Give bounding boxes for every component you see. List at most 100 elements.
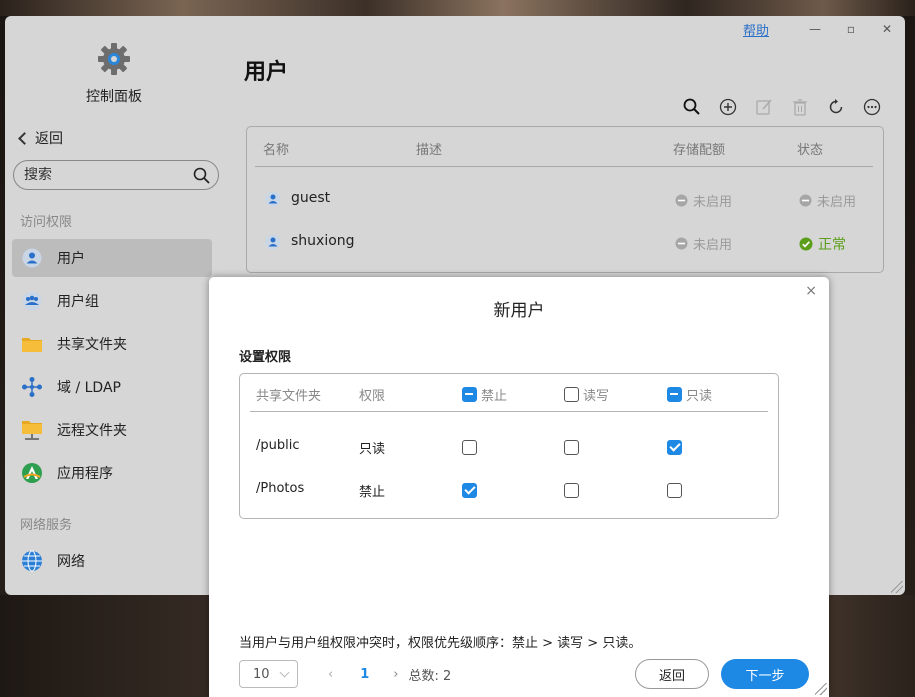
sidebar-search [13, 160, 219, 190]
read-only-checkbox[interactable] [667, 440, 682, 455]
window-controls: 帮助 — ▫ ✕ [743, 16, 905, 42]
sidebar-item-domain-ldap[interactable]: 域 / LDAP [12, 368, 212, 406]
quota-text: 未启用 [693, 238, 733, 253]
search-input[interactable] [24, 167, 184, 183]
domain-icon [21, 376, 43, 398]
permissions-table: 共享文件夹 权限 禁止 读写 只读 /public 只读 /Photos 禁止 [239, 373, 779, 519]
read-only-all-checkbox[interactable] [667, 387, 682, 402]
back-label: 返回 [35, 131, 63, 147]
add-icon[interactable] [715, 96, 741, 118]
help-link[interactable]: 帮助 [743, 20, 769, 39]
column-permission: 权限 [359, 389, 386, 404]
read-write-checkbox[interactable] [564, 483, 579, 498]
dialog-resize-grip[interactable] [815, 683, 827, 695]
user-icon [21, 247, 43, 269]
sidebar-item-shared-folders[interactable]: 共享文件夹 [12, 325, 212, 363]
read-write-checkbox[interactable] [564, 440, 579, 455]
edit-icon[interactable] [751, 96, 777, 118]
delete-icon[interactable] [787, 96, 813, 118]
status-text: 正常 [818, 237, 846, 253]
remote-folder-icon [21, 419, 43, 441]
disabled-icon [675, 237, 688, 250]
close-button[interactable]: ✕ [869, 22, 905, 36]
table-row: /Photos 禁止 [240, 470, 778, 510]
refresh-icon[interactable] [823, 96, 849, 118]
sidebar-item-user-groups[interactable]: 用户组 [12, 282, 212, 320]
permissions-section-title: 设置权限 [239, 350, 292, 365]
prev-page-button[interactable]: ‹ [328, 667, 333, 682]
sidebar-item-label: 共享文件夹 [57, 337, 127, 353]
sidebar-item-remote-folders[interactable]: 远程文件夹 [12, 411, 212, 449]
sidebar-item-network[interactable]: 网络 [12, 542, 212, 580]
toolbar [679, 96, 885, 118]
folder-icon [21, 333, 43, 355]
deny-label: 禁止 [481, 389, 508, 404]
column-deny: 禁止 [462, 385, 507, 404]
gear-icon [98, 43, 130, 75]
minimize-button[interactable]: — [797, 22, 833, 36]
next-page-button[interactable]: › [393, 667, 398, 682]
quota-text: 未启用 [693, 195, 733, 210]
globe-icon [21, 550, 43, 572]
sidebar-item-label: 域 / LDAP [57, 380, 121, 396]
read-write-all-checkbox[interactable] [564, 387, 579, 402]
search-icon[interactable] [193, 167, 210, 184]
column-read-write: 读写 [564, 385, 609, 404]
read-only-label: 只读 [686, 389, 713, 404]
current-page[interactable]: 1 [360, 667, 369, 682]
section-access-permissions: 访问权限 [20, 215, 73, 230]
column-quota[interactable]: 存储配额 [673, 139, 725, 158]
deny-all-checkbox[interactable] [462, 387, 477, 402]
users-table: 名称 描述 存储配额 状态 guest 未启用 未启用 shuxiong 未启用 [246, 126, 884, 273]
column-name[interactable]: 名称 [263, 139, 289, 158]
window-resize-grip[interactable] [891, 581, 903, 593]
sidebar-item-label: 用户组 [57, 294, 99, 310]
permissions-table-header: 共享文件夹 权限 禁止 读写 只读 [250, 374, 768, 412]
sidebar-item-users[interactable]: 用户 [12, 239, 212, 277]
users-table-header: 名称 描述 存储配额 状态 [255, 127, 873, 167]
control-panel-title: 控制面板 [86, 89, 142, 105]
folder-path: /public [256, 438, 300, 453]
pagination: 10 ‹ 1 › 总数: 2 [239, 659, 451, 689]
sidebar-item-label: 应用程序 [57, 466, 113, 482]
page-size-value: 10 [253, 666, 270, 682]
table-row[interactable]: guest 未启用 未启用 [247, 180, 883, 220]
deny-checkbox[interactable] [462, 483, 477, 498]
user-name: guest [291, 190, 331, 206]
permission-priority-note: 当用户与用户组权限冲突时，权限优先级顺序：禁止 > 读写 > 只读。 [239, 636, 642, 651]
section-network-services: 网络服务 [20, 518, 73, 533]
dialog-title: 新用户 [493, 301, 545, 321]
status-text: 未启用 [817, 195, 857, 210]
column-description[interactable]: 描述 [416, 139, 442, 158]
back-button[interactable]: 返回 [635, 659, 709, 689]
check-circle-icon [799, 237, 813, 251]
read-only-checkbox[interactable] [667, 483, 682, 498]
maximize-button[interactable]: ▫ [833, 22, 869, 36]
deny-checkbox[interactable] [462, 440, 477, 455]
permission-value: 只读 [359, 442, 386, 457]
more-icon[interactable] [859, 96, 885, 118]
sidebar-item-label: 用户 [57, 251, 85, 267]
read-write-label: 读写 [583, 389, 610, 404]
search-icon[interactable] [679, 96, 705, 118]
column-shared-folder: 共享文件夹 [256, 389, 322, 404]
user-name: shuxiong [291, 233, 355, 249]
next-step-button[interactable]: 下一步 [721, 659, 809, 689]
sidebar-item-applications[interactable]: 应用程序 [12, 454, 212, 492]
table-row[interactable]: shuxiong 未启用 正常 [247, 223, 883, 263]
user-status: 正常 [799, 234, 846, 254]
column-status[interactable]: 状态 [797, 139, 823, 158]
sidebar: 控制面板 返回 访问权限 用户 用户组 [5, 16, 220, 595]
table-row: /public 只读 [240, 427, 778, 467]
user-icon [265, 234, 281, 250]
desktop-wallpaper-top [0, 0, 915, 16]
chevron-left-icon [18, 131, 31, 145]
folder-path: /Photos [256, 481, 305, 496]
quota-status: 未启用 [675, 234, 732, 253]
sidebar-item-label: 远程文件夹 [57, 423, 127, 439]
chevron-down-icon [279, 667, 290, 678]
sidebar-item-label: 网络 [57, 554, 85, 570]
page-size-select[interactable]: 10 [239, 660, 298, 688]
back-button[interactable]: 返回 [17, 128, 63, 148]
user-status: 未启用 [799, 191, 856, 210]
